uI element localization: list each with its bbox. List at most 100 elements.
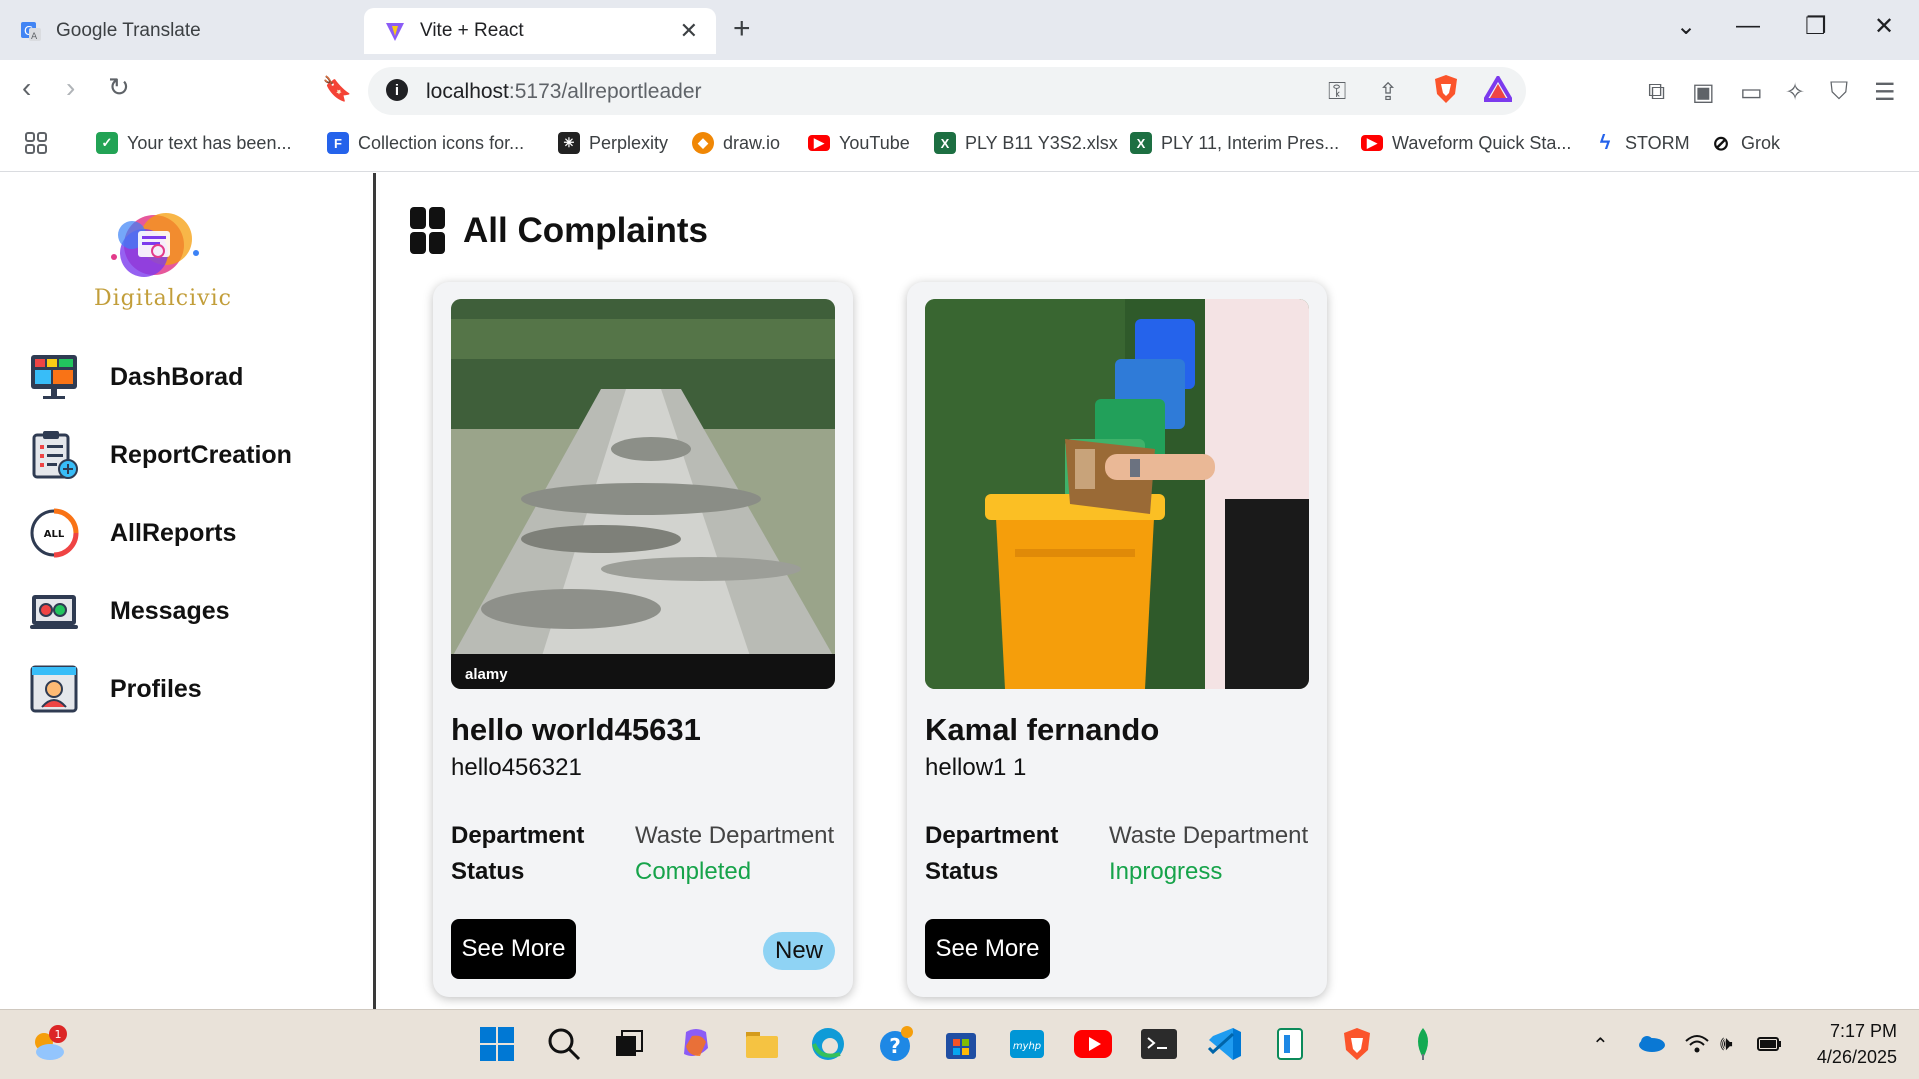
nav-label: Profiles: [110, 674, 202, 703]
status-value: Inprogress: [1109, 858, 1223, 885]
tab-search-chevron-icon[interactable]: ⌄: [1676, 12, 1696, 41]
vscode-icon[interactable]: [1205, 1024, 1245, 1064]
onedrive-icon[interactable]: [1636, 1033, 1666, 1059]
weather-widget-icon[interactable]: 1: [28, 1024, 68, 1064]
restore-icon[interactable]: ❐: [1805, 12, 1827, 41]
all-reports-icon: ALL: [30, 508, 79, 558]
status-value: Completed: [635, 858, 752, 885]
volume-icon[interactable]: 🕪: [1720, 1033, 1733, 1056]
svg-text:alamy: alamy: [465, 666, 508, 683]
status-label: Status: [925, 858, 999, 885]
nav-label: DashBorad: [110, 362, 244, 391]
clock-time: 7:17 PM: [1829, 1021, 1897, 1041]
search-icon[interactable]: [544, 1024, 584, 1064]
start-icon[interactable]: [477, 1024, 517, 1064]
bookmark-item[interactable]: ◆ draw.io: [692, 130, 780, 156]
minimize-icon[interactable]: —: [1736, 12, 1760, 40]
brand-name: Digitalcivic: [94, 286, 232, 311]
youtube-app-icon[interactable]: [1073, 1024, 1113, 1064]
notepad-app-icon[interactable]: [1271, 1024, 1311, 1064]
microsoft-store-icon[interactable]: [941, 1024, 981, 1064]
tab-vite-react[interactable]: Vite + React ✕: [364, 8, 716, 54]
excel-icon: X: [934, 132, 956, 154]
flaticon-icon: F: [327, 132, 349, 154]
vite-icon: [384, 20, 406, 42]
myhp-icon[interactable]: myhp: [1007, 1024, 1047, 1064]
tab-label: Google Translate: [56, 20, 201, 41]
tab-google-translate[interactable]: GA Google Translate: [0, 8, 360, 54]
bookmark-item[interactable]: ✳ Perplexity: [558, 130, 668, 156]
leo-ai-icon[interactable]: ✧: [1785, 78, 1805, 107]
tab-strip: GA Google Translate Vite + React ✕ + ⌄ —…: [0, 0, 1919, 60]
complaint-description: hello456321: [451, 754, 582, 781]
complaint-card: Kamal fernando hellow1 1 Department Wast…: [907, 282, 1327, 997]
department-label: Department: [451, 822, 585, 849]
system-clock[interactable]: 7:17 PM 4/26/2025: [1817, 1018, 1897, 1070]
complaint-card: alamy hello world45631 hello456321 Depar…: [433, 282, 853, 997]
storm-icon: ϟ: [1599, 131, 1611, 154]
nav-label: ReportCreation: [110, 440, 292, 469]
nav-item-all-reports[interactable]: ALL AllReports: [28, 506, 236, 560]
complaint-image: [925, 299, 1309, 689]
svg-text:myhp: myhp: [1013, 1041, 1041, 1052]
nav-item-profiles[interactable]: Profiles: [28, 662, 202, 716]
edge-icon[interactable]: [808, 1024, 848, 1064]
nav-item-messages[interactable]: Messages: [28, 584, 230, 638]
google-translate-icon: GA: [20, 20, 42, 42]
get-help-icon[interactable]: ?: [875, 1024, 915, 1064]
back-icon[interactable]: ‹: [22, 72, 31, 104]
bookmark-item[interactable]: ✓ Your text has been...: [96, 130, 291, 156]
nav-label: AllReports: [110, 518, 237, 547]
file-explorer-icon[interactable]: [742, 1024, 782, 1064]
wifi-icon[interactable]: [1684, 1033, 1710, 1061]
key-icon[interactable]: ⚿: [1328, 78, 1346, 106]
new-tab-button[interactable]: +: [733, 12, 751, 46]
bookmark-item[interactable]: ϟ STORM: [1594, 130, 1690, 156]
bookmark-item[interactable]: ▶ Waveform Quick Sta...: [1361, 130, 1571, 156]
forward-icon[interactable]: ›: [66, 72, 75, 104]
sidebar-toggle-icon[interactable]: ▣: [1692, 78, 1715, 107]
nav-item-report-creation[interactable]: ReportCreation: [28, 428, 292, 482]
checkbox-icon: ✓: [96, 132, 118, 154]
bookmark-item[interactable]: X PLY 11, Interim Pres...: [1130, 130, 1339, 156]
battery-icon[interactable]: [1756, 1033, 1784, 1059]
share-icon[interactable]: ⇪: [1378, 78, 1398, 107]
svg-text:ALL: ALL: [44, 529, 65, 540]
bookmark-item[interactable]: X PLY B11 Y3S2.xlsx: [934, 130, 1118, 156]
site-info-icon[interactable]: i: [386, 79, 408, 101]
see-more-button[interactable]: See More: [925, 919, 1050, 979]
terminal-icon[interactable]: [1139, 1024, 1179, 1064]
see-more-button[interactable]: See More: [451, 919, 576, 979]
brave-shields-icon[interactable]: [1432, 74, 1460, 111]
copilot-icon[interactable]: [676, 1024, 716, 1064]
reload-icon[interactable]: ↻: [108, 72, 130, 103]
messages-icon: [30, 595, 78, 629]
url-text[interactable]: localhost:5173/allreportleader: [426, 80, 702, 104]
task-view-icon[interactable]: [610, 1024, 650, 1064]
menu-icon[interactable]: ☰: [1874, 78, 1896, 107]
close-tab-icon[interactable]: ✕: [680, 18, 698, 44]
bookmark-item[interactable]: ⊘ Grok: [1710, 130, 1780, 156]
page-header: All Complaints: [410, 207, 708, 254]
youtube-icon: ▶: [808, 135, 830, 151]
close-window-icon[interactable]: ✕: [1874, 12, 1894, 41]
brave-taskbar-icon[interactable]: [1337, 1024, 1377, 1064]
bookmark-icon[interactable]: 🔖: [322, 75, 352, 104]
perplexity-icon: ✳: [558, 132, 580, 154]
extensions-icon[interactable]: ⧉: [1648, 78, 1665, 106]
brave-rewards-icon[interactable]: [1481, 74, 1515, 109]
clock-date: 4/26/2025: [1816, 1047, 1897, 1067]
bookmark-item[interactable]: F Collection icons for...: [327, 130, 524, 156]
bookmark-item[interactable]: ▶ YouTube: [808, 130, 910, 156]
wallet-icon[interactable]: ▭: [1740, 78, 1763, 107]
address-bar[interactable]: i localhost:5173/allreportleader: [368, 67, 1526, 115]
tab-label: Vite + React: [420, 20, 524, 41]
nav-item-dashboard[interactable]: DashBorad: [28, 350, 243, 404]
mongodb-icon[interactable]: [1403, 1024, 1443, 1064]
apps-grid-icon[interactable]: [24, 130, 48, 156]
tray-chevron-icon[interactable]: ⌃: [1592, 1033, 1609, 1058]
department-label: Department: [925, 822, 1059, 849]
department-value: Waste Department: [635, 822, 835, 849]
complaint-description: hellow1 1: [925, 754, 1027, 781]
vpn-shield-icon[interactable]: ⛉: [1830, 78, 1848, 106]
